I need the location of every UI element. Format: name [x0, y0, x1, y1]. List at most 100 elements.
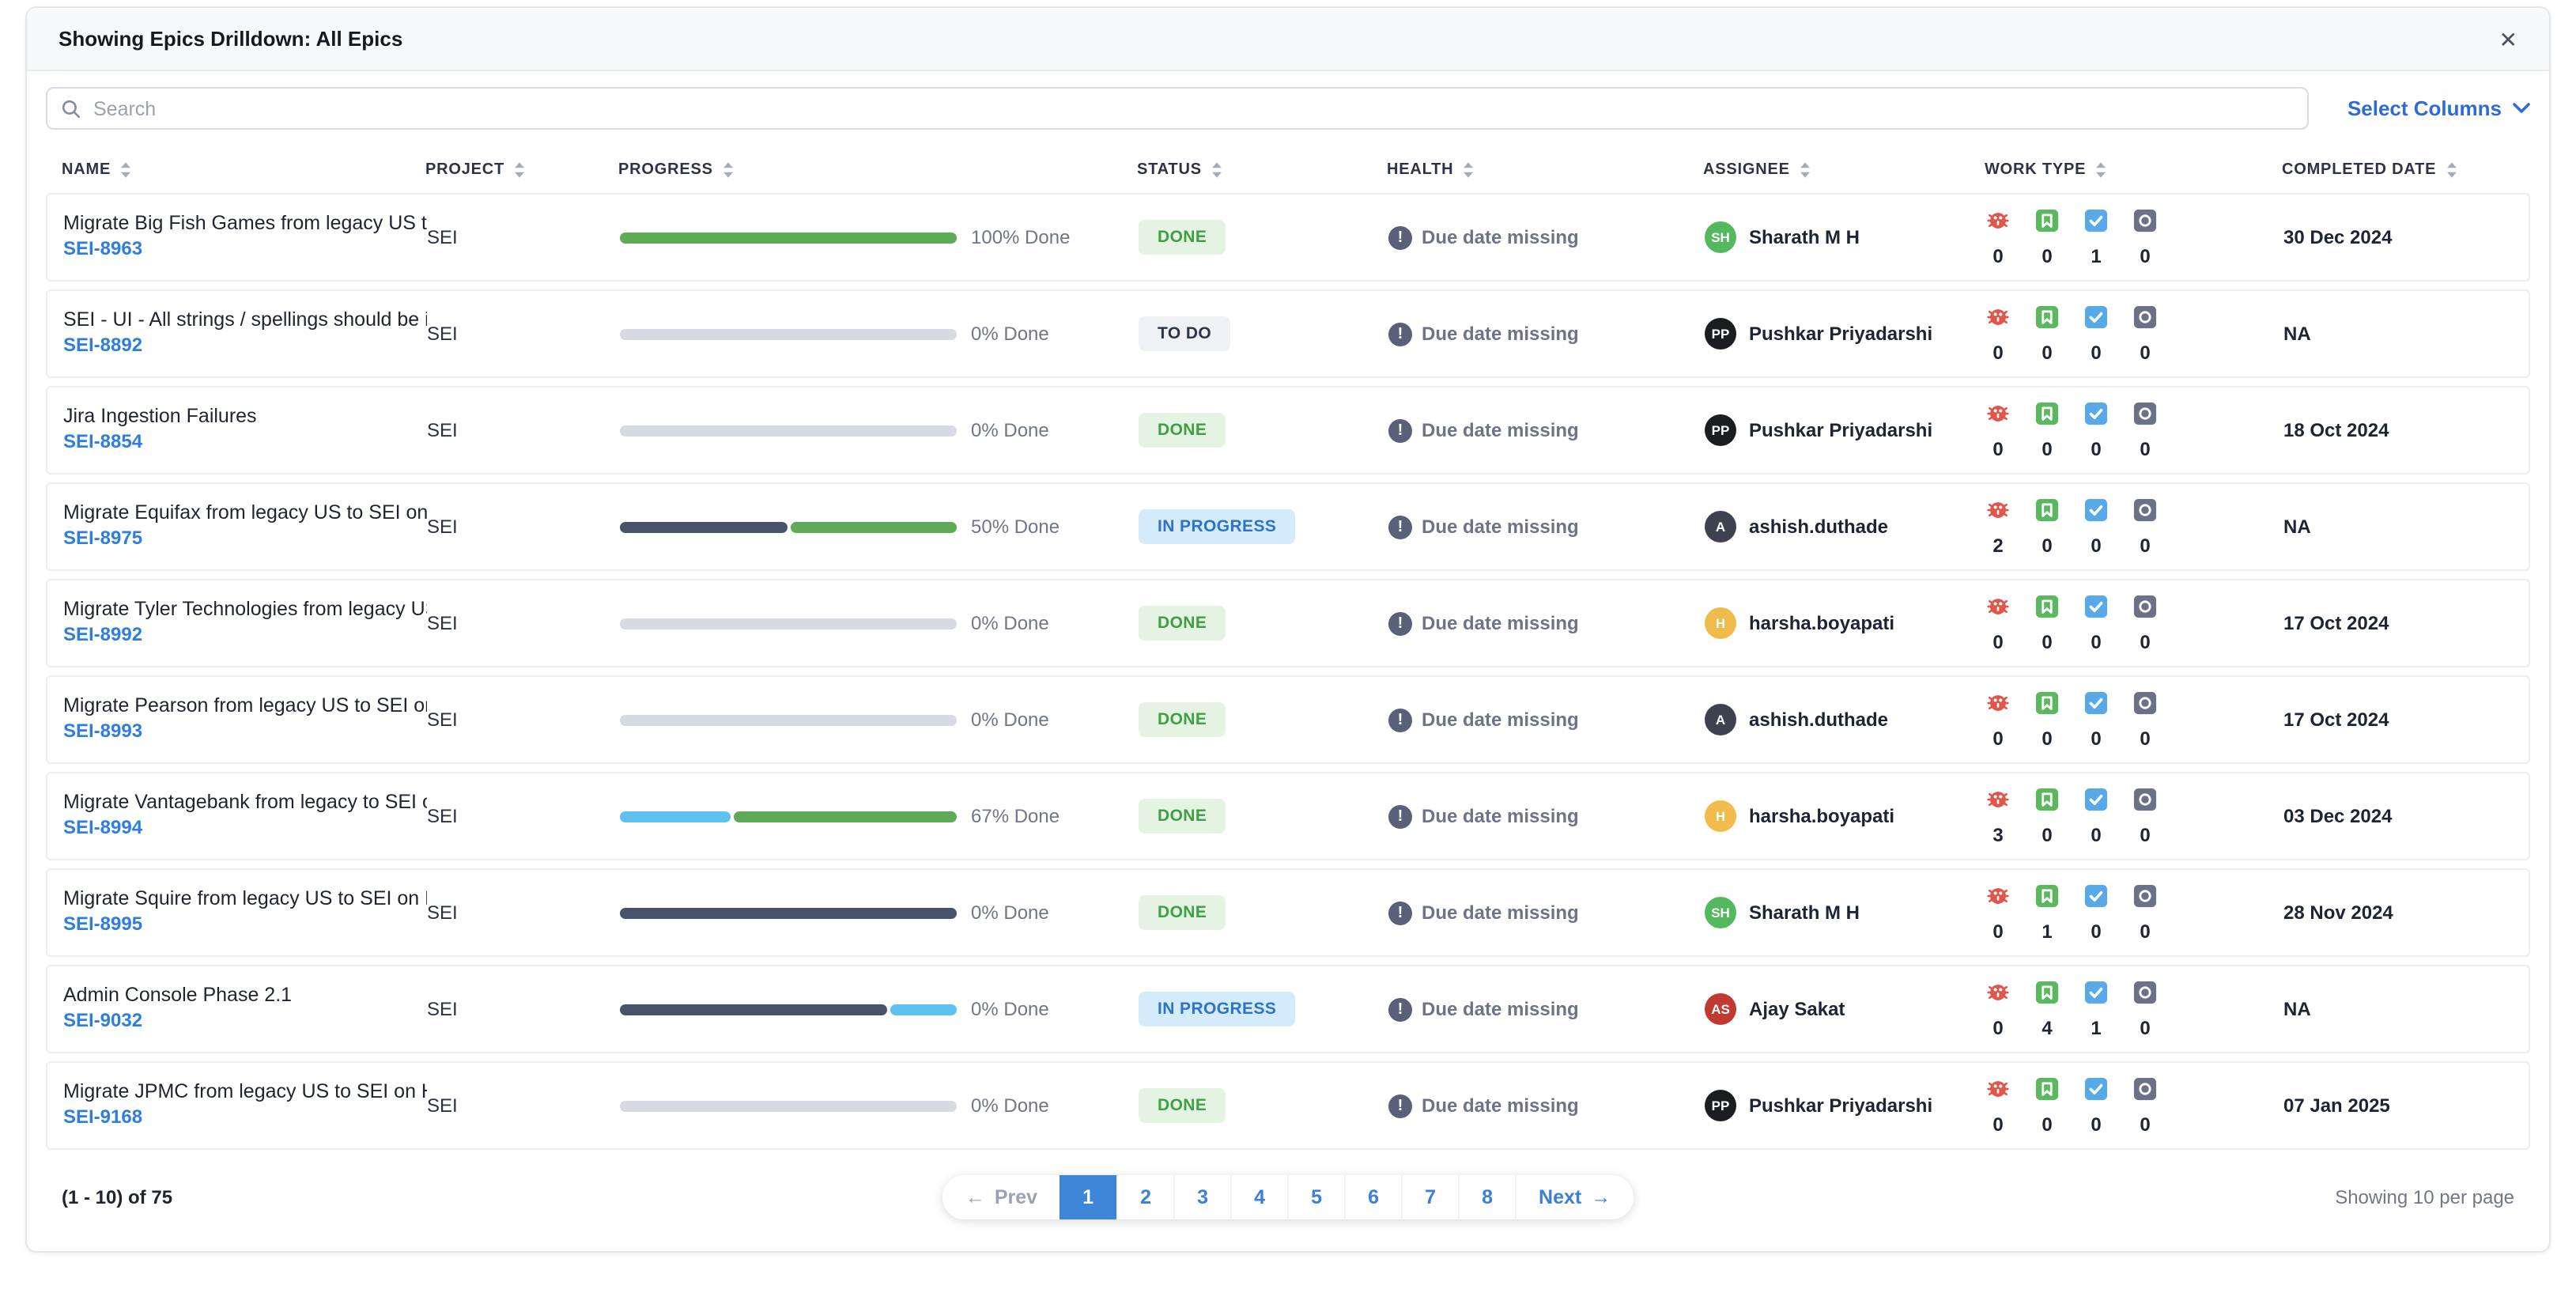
assignee-name: Pushkar Priyadarshi: [1749, 419, 1933, 441]
epic-key-link[interactable]: SEI-8963: [63, 237, 142, 259]
column-header-progress[interactable]: PROGRESS: [618, 161, 1137, 179]
column-header-name[interactable]: NAME: [62, 161, 425, 179]
progress-label: 0% Done: [971, 902, 1049, 924]
page-button-8[interactable]: 8: [1458, 1175, 1516, 1219]
health-label: Due date missing: [1422, 1094, 1579, 1117]
pagination: ← Prev 12345678 Next →: [942, 1175, 1634, 1219]
assignee-cell: A ashish.duthade: [1705, 704, 1986, 735]
health-cell: ! Due date missing: [1388, 611, 1705, 635]
epic-key-link[interactable]: SEI-8993: [63, 720, 142, 742]
sort-icon[interactable]: [2446, 161, 2457, 179]
health-cell: ! Due date missing: [1388, 804, 1705, 828]
sort-icon[interactable]: [1800, 161, 1811, 179]
other-count: 0: [2140, 630, 2151, 652]
progress-cell: 0% Done: [620, 612, 1139, 634]
other-count: 0: [2140, 920, 2151, 942]
column-header-status[interactable]: STATUS: [1137, 161, 1387, 179]
column-header-completed-date[interactable]: COMPLETED DATE: [2282, 161, 2514, 179]
page-button-1[interactable]: 1: [1059, 1175, 1117, 1219]
story-icon: [2035, 980, 2059, 1004]
work-type-task: 1: [2084, 208, 2108, 267]
sort-icon[interactable]: [1463, 161, 1474, 179]
bug-icon: [1987, 694, 2009, 710]
page-button-5[interactable]: 5: [1287, 1175, 1345, 1219]
table-row[interactable]: Migrate JPMC from legacy US to SEI on Ha…: [46, 1061, 2530, 1150]
progress-label: 0% Done: [971, 1094, 1049, 1117]
other-count: 0: [2140, 244, 2151, 267]
page-button-6[interactable]: 6: [1344, 1175, 1402, 1219]
close-icon[interactable]: ✕: [2499, 28, 2517, 50]
progress-label: 100% Done: [971, 226, 1071, 248]
health-cell: ! Due date missing: [1388, 708, 1705, 731]
page-button-3[interactable]: 3: [1173, 1175, 1231, 1219]
assignee-avatar: H: [1705, 800, 1736, 832]
table-row[interactable]: Migrate Pearson from legacy US to SEI on…: [46, 675, 2530, 764]
status-badge: TO DO: [1139, 316, 1231, 351]
search-box[interactable]: [46, 87, 2310, 130]
table-row[interactable]: Migrate Squire from legacy US to SEI on …: [46, 868, 2530, 957]
table-row[interactable]: Migrate Big Fish Games from legacy US to…: [46, 193, 2530, 282]
table-row[interactable]: SEI - UI - All strings / spellings shoul…: [46, 289, 2530, 378]
epic-key-link[interactable]: SEI-8992: [63, 623, 142, 645]
epic-key-link[interactable]: SEI-8975: [63, 527, 142, 549]
sort-icon[interactable]: [2095, 161, 2106, 179]
sort-icon[interactable]: [1211, 161, 1222, 179]
assignee-avatar: AS: [1705, 993, 1736, 1025]
epic-key-link[interactable]: SEI-9032: [63, 1009, 142, 1031]
assignee-name: Sharath M H: [1749, 902, 1860, 924]
epic-name-cell: SEI - UI - All strings / spellings shoul…: [63, 308, 427, 359]
task-count: 0: [2091, 534, 2102, 556]
table-row[interactable]: Migrate Vantagebank from legacy to SEI o…: [46, 772, 2530, 860]
sort-icon[interactable]: [723, 161, 734, 179]
prev-page-button[interactable]: ← Prev: [942, 1175, 1060, 1219]
search-input[interactable]: [93, 97, 2295, 119]
assignee-name: harsha.boyapati: [1749, 805, 1895, 827]
page-button-4[interactable]: 4: [1230, 1175, 1288, 1219]
table-row[interactable]: Jira Ingestion Failures SEI-8854 SEI 0% …: [46, 386, 2530, 474]
epic-key-link[interactable]: SEI-8994: [63, 816, 142, 838]
story-icon: [2035, 787, 2059, 811]
sort-icon[interactable]: [514, 161, 525, 179]
column-header-project[interactable]: PROJECT: [425, 161, 618, 179]
epic-key-link[interactable]: SEI-8995: [63, 913, 142, 935]
sort-icon[interactable]: [120, 161, 131, 179]
project-cell: SEI: [427, 709, 458, 731]
column-header-health[interactable]: HEALTH: [1387, 161, 1703, 179]
status-badge: DONE: [1139, 413, 1226, 448]
epic-key-link[interactable]: SEI-8892: [63, 334, 142, 356]
work-type-story: 0: [2035, 1076, 2059, 1135]
status-badge: IN PROGRESS: [1139, 992, 1296, 1026]
work-type-bug: 2: [1986, 497, 2010, 556]
table-row[interactable]: Migrate Equifax from legacy US to SEI on…: [46, 482, 2530, 571]
epic-name: Migrate Squire from legacy US to SEI on …: [63, 887, 427, 909]
completed-date-cell: NA: [2283, 516, 2311, 538]
status-badge: IN PROGRESS: [1139, 509, 1296, 544]
epic-key-link[interactable]: SEI-8854: [63, 430, 142, 452]
page-button-2[interactable]: 2: [1116, 1175, 1174, 1219]
work-type-story: 0: [2035, 787, 2059, 845]
status-badge: DONE: [1139, 799, 1226, 834]
health-label: Due date missing: [1422, 805, 1579, 827]
work-type-other: 0: [2133, 883, 2157, 942]
work-type-story: 0: [2035, 690, 2059, 749]
assignee-cell: SH Sharath M H: [1705, 221, 1986, 253]
table-row[interactable]: Migrate Tyler Technologies from legacy U…: [46, 579, 2530, 667]
story-icon: [2035, 1076, 2059, 1100]
assignee-avatar: A: [1705, 511, 1736, 542]
progress-label: 0% Done: [971, 709, 1049, 731]
select-columns-button[interactable]: Select Columns: [2347, 96, 2530, 120]
page-button-7[interactable]: 7: [1401, 1175, 1459, 1219]
alert-icon: !: [1388, 1094, 1412, 1117]
column-header-work-type[interactable]: WORK TYPE: [1985, 161, 2282, 179]
status-badge: DONE: [1139, 220, 1226, 255]
table-row[interactable]: Admin Console Phase 2.1 SEI-9032 SEI 0% …: [46, 965, 2530, 1053]
progress-label: 0% Done: [971, 323, 1049, 345]
story-count: 0: [2042, 437, 2053, 459]
work-type-bug: 0: [1986, 401, 2010, 459]
other-count: 0: [2140, 823, 2151, 845]
next-page-button[interactable]: Next →: [1515, 1175, 1634, 1219]
assignee-avatar: PP: [1705, 414, 1736, 446]
bug-icon: [1987, 984, 2009, 1000]
column-header-assignee[interactable]: ASSIGNEE: [1703, 161, 1985, 179]
epic-key-link[interactable]: SEI-9168: [63, 1106, 142, 1128]
